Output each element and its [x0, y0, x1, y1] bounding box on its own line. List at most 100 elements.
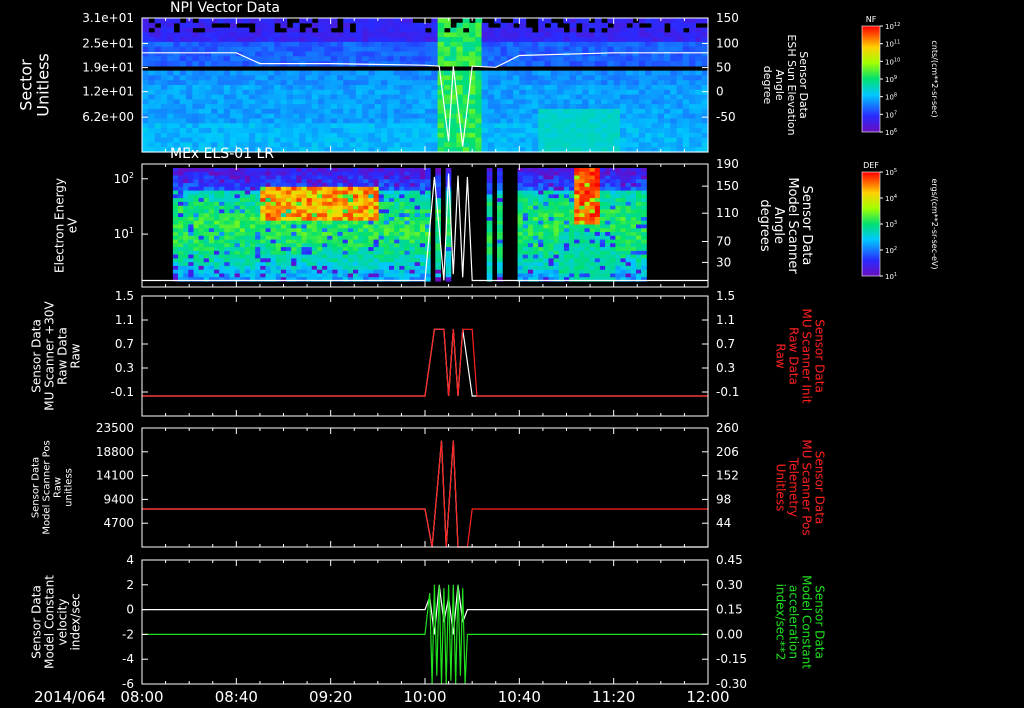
heatmap-cell — [543, 224, 549, 229]
heatmap-cell — [327, 265, 333, 271]
heatmap-cell — [641, 224, 647, 229]
heatmap-cell — [242, 118, 250, 124]
heatmap-cell — [172, 265, 179, 271]
heatmap-cell — [543, 243, 549, 248]
heatmap-cell — [399, 89, 407, 96]
heatmap-cell — [173, 61, 181, 67]
heatmap-cell — [645, 99, 652, 105]
heatmap-cell — [487, 128, 495, 134]
heatmap-cell — [214, 254, 220, 259]
heatmap-cell — [239, 179, 246, 184]
heatmap-cell — [343, 37, 351, 43]
heatmap-cell — [250, 198, 256, 203]
heatmap-cell — [211, 32, 219, 38]
heatmap-cell — [409, 247, 416, 252]
heatmap-cell — [347, 209, 354, 214]
heatmap-cell — [224, 258, 230, 263]
heatmap-cell — [579, 254, 586, 259]
heatmap-cell — [299, 104, 307, 110]
heatmap-cell — [487, 61, 495, 67]
heatmap-cell — [414, 175, 421, 180]
heatmap-cell — [557, 108, 564, 115]
heatmap-cell — [311, 108, 319, 115]
heatmap-cell — [311, 51, 319, 57]
heatmap-cell — [588, 32, 596, 38]
heatmap-cell — [274, 41, 281, 48]
heatmap-cell — [393, 94, 401, 100]
heatmap-cell — [605, 232, 611, 237]
heatmap-cell — [574, 254, 580, 259]
heatmap-cell — [242, 113, 250, 120]
heatmap-cell — [179, 56, 187, 62]
heatmap-cell — [362, 56, 369, 62]
heatmap-cell — [389, 168, 395, 173]
heatmap-cell — [412, 56, 420, 62]
heatmap-cell — [183, 232, 189, 237]
heatmap-cell — [462, 32, 470, 38]
heatmap-cell — [682, 99, 690, 105]
heatmap-cell — [142, 46, 149, 53]
heatmap-cell — [404, 209, 411, 214]
heatmap-cell — [353, 224, 359, 229]
heatmap-cell — [579, 213, 586, 218]
heatmap-cell — [525, 56, 533, 62]
heatmap-cell — [481, 27, 489, 33]
heatmap-cell — [255, 220, 261, 226]
heatmap-cell — [601, 142, 608, 148]
heatmap-cell — [579, 232, 586, 237]
heatmap-cell — [234, 258, 241, 263]
heatmap-cell — [291, 179, 297, 184]
heatmap-cell — [387, 85, 395, 91]
heatmap-cell — [435, 175, 441, 180]
heatmap-cell — [186, 85, 193, 91]
heatmap-cell — [178, 209, 184, 214]
heatmap-cell — [399, 179, 405, 184]
heatmap-cell — [632, 46, 640, 53]
heatmap-cell — [522, 243, 529, 248]
heatmap-cell — [183, 269, 189, 275]
heatmap-cell — [255, 41, 263, 48]
heatmap-cell — [324, 56, 332, 62]
heatmap-cell — [327, 247, 333, 252]
heatmap-cell — [261, 137, 269, 143]
heatmap-cell — [393, 56, 401, 62]
heatmap-cell — [242, 137, 250, 143]
heatmap-cell — [311, 247, 318, 252]
heatmap-cell — [584, 209, 591, 214]
heatmap-cell — [412, 128, 420, 134]
heatmap-cell — [337, 168, 344, 173]
heatmap-cell — [475, 89, 483, 96]
heatmap-cell — [676, 56, 684, 62]
heatmap-cell — [224, 220, 230, 226]
heatmap-cell — [260, 224, 266, 229]
heatmap-cell — [538, 142, 546, 148]
heatmap-cell — [188, 224, 194, 229]
heatmap-cell — [204, 80, 212, 86]
heatmap-cell — [198, 269, 205, 275]
heatmap-cell — [481, 56, 489, 62]
heatmap-cell — [620, 94, 627, 100]
heatmap-cell — [387, 22, 395, 29]
heatmap-cell — [203, 201, 210, 207]
heatmap-cell — [208, 209, 215, 214]
heatmap-cell — [610, 201, 616, 207]
heatmap-cell — [381, 27, 388, 33]
heatmap-cell — [173, 32, 181, 38]
heatmap-cell — [632, 94, 640, 100]
heatmap-cell — [172, 220, 179, 226]
heatmap-cell — [497, 213, 503, 218]
heatmap-cell — [544, 70, 552, 76]
heatmap-cell — [368, 247, 375, 252]
heatmap-cell — [198, 213, 205, 218]
heatmap-cell — [558, 190, 565, 195]
heatmap-cell — [387, 32, 395, 38]
heatmap-cell — [588, 104, 596, 110]
heatmap-cell — [500, 51, 508, 57]
heatmap-cell — [632, 137, 640, 143]
heatmap-cell — [676, 137, 684, 143]
heatmap-cell — [519, 51, 527, 57]
heatmap-cell — [450, 137, 458, 143]
heatmap-cell — [404, 220, 411, 226]
heatmap-cell — [337, 94, 344, 100]
heatmap-cell — [178, 213, 184, 218]
